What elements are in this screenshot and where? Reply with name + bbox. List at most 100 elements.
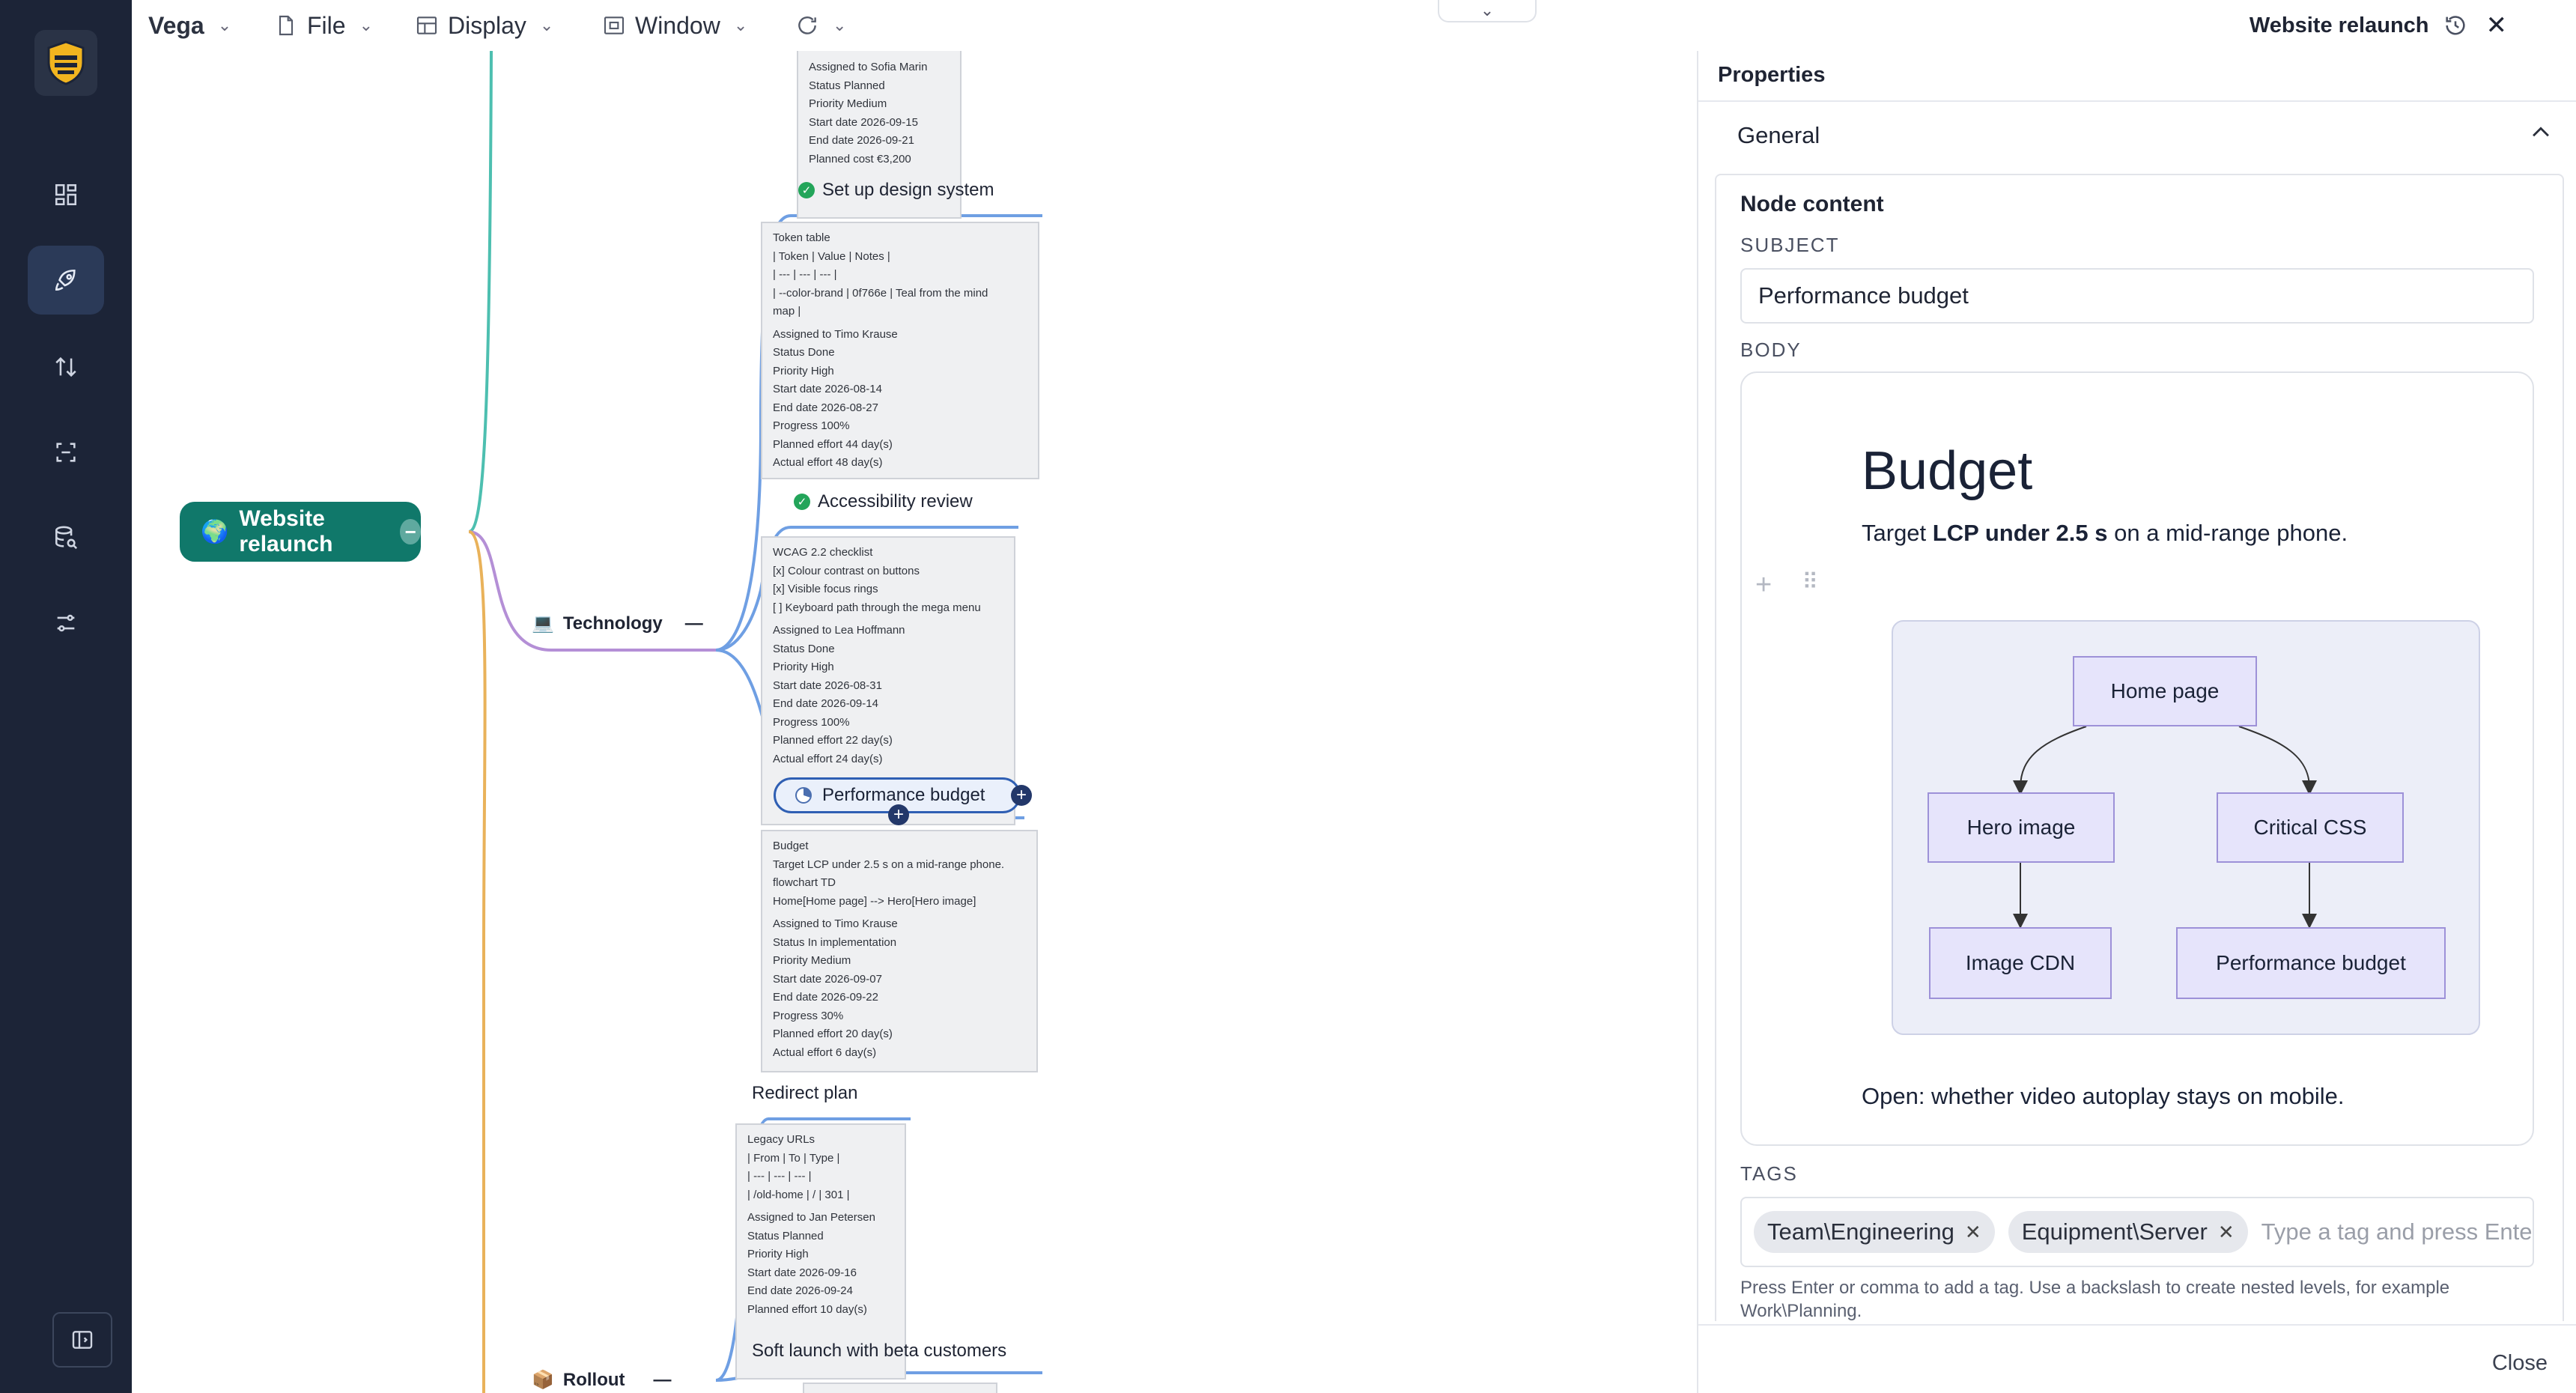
chevron-down-icon: ⌄: [539, 16, 554, 34]
history-icon[interactable]: [2443, 13, 2468, 38]
note-line: Planned effort 10 day(s): [747, 1302, 867, 1316]
remove-tag-icon[interactable]: ✕: [1965, 1221, 1981, 1244]
document-title-bar: Website relaunch ✕: [2250, 0, 2507, 51]
dashboard-icon: [55, 183, 77, 206]
close-button[interactable]: Close: [2492, 1351, 2548, 1376]
tag-label: Equipment\Server: [2021, 1219, 2208, 1245]
mindmap-canvas[interactable]: 🌍 Website relaunch − 💻 Technology — 📦 Ro…: [132, 51, 1698, 1393]
note-line: Start date 2026-09-15: [809, 115, 918, 129]
note-line: Assigned to Lea Hoffmann: [773, 624, 905, 637]
note-line: | --- | --- | --- |: [747, 1170, 812, 1183]
note-line: Start date 2026-08-14: [773, 383, 882, 395]
tag-chip[interactable]: Equipment\Server ✕: [2008, 1211, 2248, 1253]
menu-display-label: Display: [448, 11, 526, 39]
note-line: Assigned to Timo Krause: [773, 327, 898, 341]
section-title: General: [1737, 122, 1820, 148]
chevron-down-icon: ⌄: [833, 16, 847, 34]
body-text: on a mid-range phone.: [2107, 520, 2348, 546]
collapse-rollout-button[interactable]: —: [654, 1370, 672, 1391]
body-editor[interactable]: Budget Target LCP under 2.5 s on a mid-r…: [1740, 371, 2534, 1146]
note-line: Assigned to Sofia Marin: [809, 61, 928, 73]
note-line: Status Done: [773, 642, 835, 655]
sidebar-toggle-button[interactable]: [52, 1312, 112, 1368]
sliders-icon: [57, 614, 75, 632]
note-line: Priority Medium: [809, 97, 887, 110]
mindmap-root-node[interactable]: 🌍 Website relaunch −: [180, 502, 421, 562]
note-line: [x] Colour contrast on buttons: [773, 564, 920, 577]
note-line: [x] Visible focus rings: [773, 583, 878, 595]
check-circle-icon: ✓: [798, 182, 815, 198]
note-line: Status Planned: [809, 79, 885, 92]
task-accessibility-review[interactable]: ✓ Accessibility review: [794, 491, 973, 512]
sidebar-item-projects[interactable]: [28, 246, 104, 315]
sidebar-item-data[interactable]: [28, 503, 104, 572]
note-line: Priority High: [773, 661, 834, 673]
flowchart-diagram[interactable]: Home page Hero image Critical CSS Image …: [1892, 620, 2480, 1035]
sidebar-item-dashboard[interactable]: [28, 160, 104, 229]
note-line: Assigned to Timo Krause: [773, 917, 898, 930]
note-line: End date 2026-09-24: [747, 1284, 853, 1297]
drag-handle-icon[interactable]: ⠿: [1802, 569, 1818, 601]
note-line: | --color-brand | 0f766e | Teal from the…: [773, 286, 988, 300]
task-title-label: Performance budget: [822, 785, 985, 805]
tags-input[interactable]: Team\Engineering ✕ Equipment\Server ✕ Ty…: [1740, 1197, 2534, 1267]
note-line: | Token | Value | Notes |: [773, 249, 890, 263]
branch-technology-label: Technology: [562, 613, 663, 634]
note-line: End date 2026-09-22: [773, 991, 878, 1004]
add-block-icon[interactable]: +: [1755, 569, 1772, 601]
tag-chip[interactable]: Team\Engineering ✕: [1754, 1211, 1995, 1253]
flowchart-node: Performance budget: [2176, 927, 2446, 999]
note-line: Planned effort 44 day(s): [773, 437, 893, 451]
app-sidebar: [0, 0, 132, 1393]
window-icon: [604, 16, 625, 34]
sidebar-item-focus[interactable]: [28, 418, 104, 487]
subject-label: SUBJECT: [1740, 234, 1840, 256]
document-title: Website relaunch: [2249, 13, 2429, 37]
node-content-heading: Node content: [1740, 192, 1884, 216]
app-logo[interactable]: [34, 30, 97, 96]
branch-rollout[interactable]: 📦 Rollout —: [532, 1369, 672, 1391]
task-title-label: Accessibility review: [818, 491, 973, 512]
app-menu[interactable]: Vega ⌄: [148, 0, 231, 51]
task-note: Budget Target LCP under 2.5 s on a mid-r…: [761, 830, 1038, 1072]
subject-input[interactable]: Performance budget: [1740, 268, 2534, 324]
close-document-icon[interactable]: ✕: [2486, 10, 2508, 40]
section-general-toggle[interactable]: General: [1737, 118, 2554, 153]
branch-technology[interactable]: 💻 Technology —: [532, 613, 703, 634]
task-note: Token table | Token | Value | Notes | | …: [761, 222, 1039, 479]
sync-menu[interactable]: ⌄: [795, 0, 846, 51]
task-soft-launch[interactable]: Soft launch with beta customers: [752, 1341, 1006, 1362]
add-sibling-handle[interactable]: +: [888, 804, 909, 825]
sidebar-item-settings[interactable]: [28, 589, 104, 658]
note-line: flowchart TD: [773, 876, 836, 889]
note-line: Progress 30%: [773, 1009, 844, 1022]
note-line: map |: [773, 305, 801, 318]
collapse-technology-button[interactable]: —: [685, 613, 703, 634]
note-line: Start date 2026-08-31: [773, 679, 882, 692]
top-menubar: Vega ⌄ File ⌄ Display ⌄ Window ⌄ ⌄ ⌄ Web…: [132, 0, 2576, 52]
body-heading: Budget: [1862, 441, 2033, 501]
tag-entry-field[interactable]: Type a tag and press Enter: [2261, 1219, 2533, 1245]
remove-tag-icon[interactable]: ✕: [2218, 1221, 2235, 1244]
menu-display[interactable]: Display ⌄: [415, 0, 553, 51]
collapse-root-button[interactable]: −: [400, 519, 421, 544]
note-line: Target LCP under 2.5 s on a mid-range ph…: [773, 858, 1005, 871]
package-icon: 📦: [532, 1370, 554, 1390]
task-set-up-design-system[interactable]: ✓ Set up design system: [798, 180, 994, 201]
note-line: Priority High: [773, 364, 834, 377]
properties-panel: Properties General Node content SUBJECT …: [1698, 51, 2576, 1393]
flowchart-node: Image CDN: [1929, 927, 2112, 999]
globe-icon: 🌍: [201, 519, 229, 544]
refresh-icon: [798, 16, 816, 34]
add-child-handle[interactable]: +: [1011, 785, 1032, 806]
note-line: Status Done: [773, 346, 835, 359]
root-node-label: Website relaunch: [239, 506, 333, 556]
menu-file[interactable]: File ⌄: [274, 0, 373, 51]
sidebar-item-sort[interactable]: [28, 333, 104, 401]
task-redirect-plan[interactable]: Redirect plan: [752, 1083, 857, 1104]
collapse-toolbar-toggle[interactable]: ⌄: [1438, 0, 1537, 22]
divider: [1698, 1324, 2576, 1326]
chevron-down-icon: ⌄: [733, 16, 748, 34]
menu-window[interactable]: Window ⌄: [602, 0, 747, 51]
task-note: [803, 1383, 997, 1393]
